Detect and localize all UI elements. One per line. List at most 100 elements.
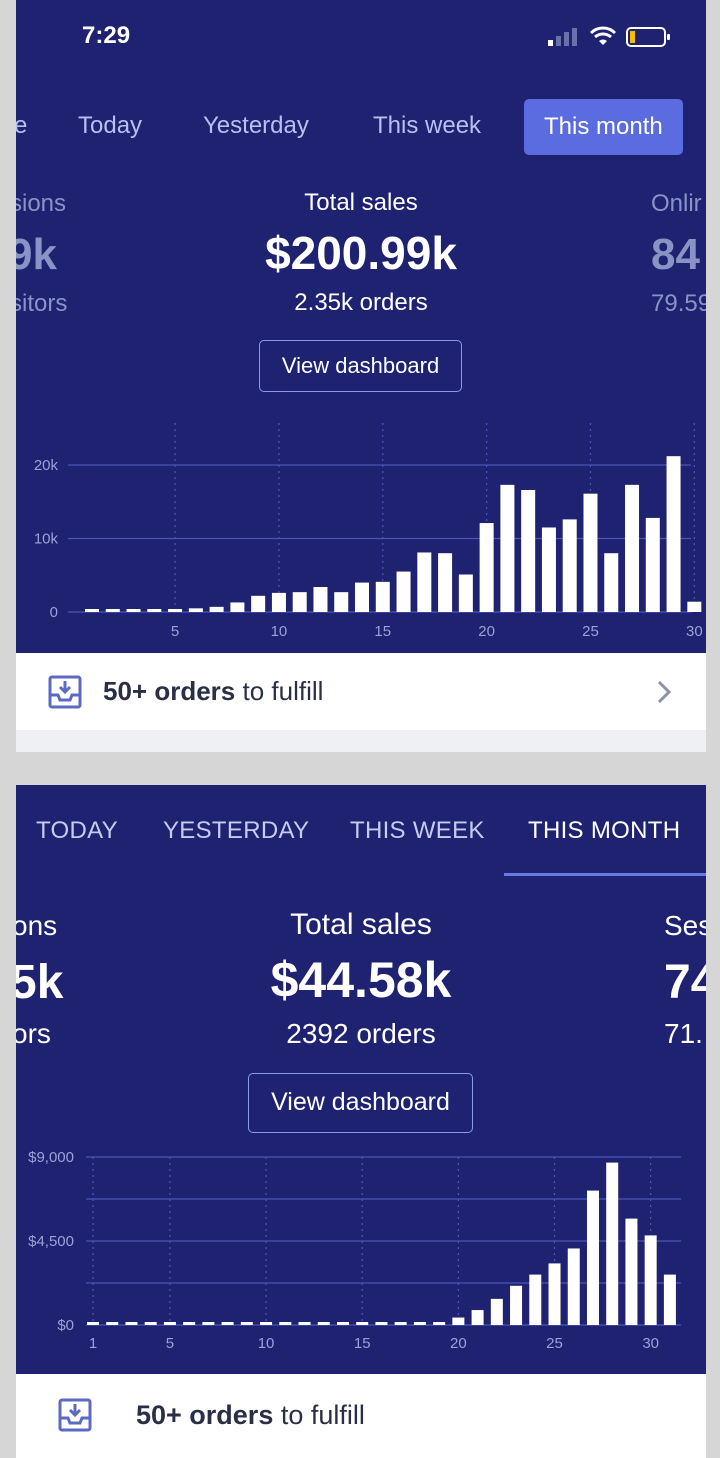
chart2-xtick-label: 25 xyxy=(546,1335,563,1352)
chart2-bar-day-17 xyxy=(394,1322,407,1325)
orders-count-2: 2392 orders xyxy=(286,1018,436,1049)
chart1-bar-day-18 xyxy=(438,553,453,612)
total-sales-label: Total sales xyxy=(304,189,418,216)
chart2-bar-day-23 xyxy=(510,1285,523,1325)
tab-this-week-2[interactable]: THIS WEEK xyxy=(350,817,485,845)
chart2-bar-day-1 xyxy=(87,1322,99,1325)
chevron-right-icon[interactable] xyxy=(656,679,672,710)
fulfill-orders-row[interactable]: 50+ orders to fulfill xyxy=(16,653,706,730)
chart1-bar-day-6 xyxy=(188,608,203,612)
fulfill-orders-row-2[interactable]: 50+ orders to fulfill xyxy=(16,1374,706,1458)
tab-today-2[interactable]: TODAY xyxy=(36,817,118,845)
chart1-bar-day-16 xyxy=(396,571,411,612)
chart2-bar-day-11 xyxy=(279,1322,292,1325)
chart2-xtick-label: 10 xyxy=(258,1335,275,1352)
fulfill-orders-suffix-2: to fulfill xyxy=(273,1400,365,1430)
chart1-bar-day-27 xyxy=(625,484,640,612)
tab-today[interactable]: Today xyxy=(78,112,142,140)
chart1-xtick-label: 25 xyxy=(582,623,599,640)
tab-yesterday-2[interactable]: YESTERDAY xyxy=(163,817,309,845)
chart2-bar-day-9 xyxy=(240,1322,253,1325)
chart1-bar-day-13 xyxy=(334,592,349,612)
chart1-xtick-label: 30 xyxy=(686,623,703,640)
fulfill-orders-text-2: 50+ orders to fulfill xyxy=(136,1400,365,1431)
right-metric-value-2: 74 xyxy=(664,956,706,1009)
chart1-xtick-label: 5 xyxy=(171,623,179,640)
chart1-bar-day-4 xyxy=(147,609,162,612)
chart2-bar-day-25 xyxy=(548,1263,561,1325)
chart1-bar-day-30 xyxy=(687,601,702,612)
right-metric-sub: 79.59 xyxy=(651,290,706,317)
chart2-xtick-label: 20 xyxy=(450,1335,467,1352)
right-metric-value: 84 xyxy=(651,230,700,279)
chart1-bar-day-9 xyxy=(251,595,266,612)
total-sales-label-2: Total sales xyxy=(290,908,432,941)
chart2-ytick-label: $4,500 xyxy=(28,1233,74,1250)
chart2-xtick-label: 30 xyxy=(642,1335,659,1352)
chart2-bar-day-3 xyxy=(125,1322,138,1325)
chart2-xtick-label: 15 xyxy=(354,1335,371,1352)
chart2-bar-day-15 xyxy=(356,1322,369,1325)
chart2-bar-day-5 xyxy=(163,1322,176,1325)
view-dashboard-button-2[interactable]: View dashboard xyxy=(248,1073,473,1133)
chart2-bar-day-7 xyxy=(202,1322,215,1325)
wifi-icon xyxy=(588,24,618,53)
total-sales-value: $200.99k xyxy=(265,227,457,279)
chart1-ytick-label: 0 xyxy=(50,604,58,621)
chart2-bar-day-8 xyxy=(221,1322,234,1325)
chart1-bar-day-3 xyxy=(126,609,141,612)
chart1-bar-day-28 xyxy=(645,517,660,612)
fulfill-orders-text: 50+ orders to fulfill xyxy=(103,676,323,707)
tab-partial[interactable]: e xyxy=(16,112,27,140)
right-metric-label: Onlir xyxy=(651,190,702,217)
chart2-bar-day-30 xyxy=(644,1235,657,1325)
fulfill-orders-count: 50+ orders xyxy=(103,676,236,706)
chart1-bar-day-10 xyxy=(271,592,286,612)
tab-yesterday[interactable]: Yesterday xyxy=(203,112,309,140)
orders-count: 2.35k orders xyxy=(294,289,428,316)
chart1-bar-day-1 xyxy=(85,609,99,612)
active-tab-indicator xyxy=(504,873,706,876)
chart1-bar-day-5 xyxy=(168,609,183,612)
chart1-bar-day-24 xyxy=(562,519,577,612)
chart2-bar-day-14 xyxy=(336,1322,349,1325)
chart2-bar-day-4 xyxy=(144,1322,157,1325)
signal-icon xyxy=(546,26,582,53)
battery-icon xyxy=(626,26,672,53)
chart1-bar-day-12 xyxy=(313,587,328,612)
chart1-ytick-label: 20k xyxy=(34,457,59,474)
status-time: 7:29 xyxy=(82,22,131,49)
chart2-bar-day-19 xyxy=(433,1322,446,1325)
tab-this-week[interactable]: This week xyxy=(373,112,481,140)
chart2-bar-day-6 xyxy=(183,1322,196,1325)
chart2-bar-day-13 xyxy=(317,1322,330,1325)
chart2-bar-day-26 xyxy=(567,1248,580,1325)
chart2-ytick-label: $9,000 xyxy=(28,1149,74,1166)
tab-this-month-2[interactable]: THIS MONTH xyxy=(528,817,680,845)
chart2-ytick-label: $0 xyxy=(57,1317,74,1334)
chart2-bar-day-2 xyxy=(106,1322,119,1325)
chart2-bar-day-16 xyxy=(375,1322,388,1325)
chart1-bar-day-14 xyxy=(355,582,370,612)
chart2-bar-day-20 xyxy=(452,1317,465,1325)
right-metric-sub-2: 71. xyxy=(664,1018,703,1049)
chart1-ytick-label: 10k xyxy=(34,531,59,548)
total-sales-value-2: $44.58k xyxy=(270,952,452,1008)
chart1-bar-day-22 xyxy=(521,489,536,612)
tab-this-month[interactable]: This month xyxy=(524,99,683,155)
chart1-bar-day-19 xyxy=(458,574,473,612)
chart1-xtick-label: 20 xyxy=(478,623,495,640)
chart1-bar-day-23 xyxy=(541,527,556,612)
chart2-bar-day-29 xyxy=(625,1218,638,1325)
sales-bar-chart: 0 10k 20k 5 10 15 20 25 30 xyxy=(34,423,703,640)
chart2-bar-day-12 xyxy=(298,1322,311,1325)
chart1-bar-day-17 xyxy=(417,552,432,612)
sales-overview-header-2: TODAY YESTERDAY THIS WEEK THIS MONTH ons… xyxy=(16,785,706,1374)
chart1-bar-day-7 xyxy=(209,606,224,612)
chart1-xtick-label: 10 xyxy=(271,623,288,640)
view-dashboard-button[interactable]: View dashboard xyxy=(259,340,462,392)
chart2-bar-day-21 xyxy=(471,1310,484,1325)
chart2-bar-day-28 xyxy=(606,1162,619,1325)
chart1-bar-day-21 xyxy=(500,484,515,612)
fulfill-orders-count-2: 50+ orders xyxy=(136,1400,274,1430)
